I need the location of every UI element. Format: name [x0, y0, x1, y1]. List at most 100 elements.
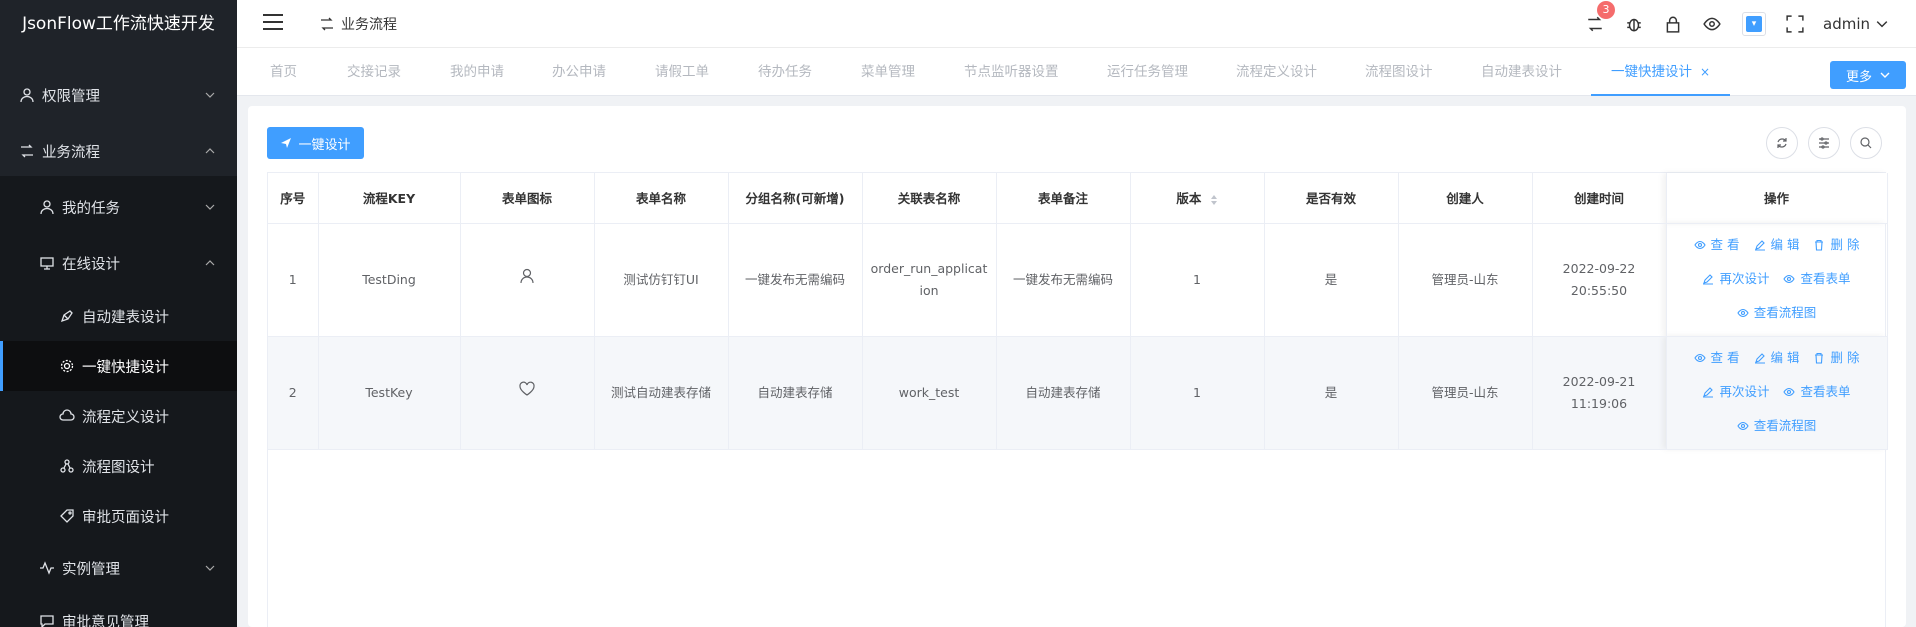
- eye-icon: [1737, 421, 1749, 430]
- op-label: 再次设计: [1719, 383, 1770, 399]
- column-header: 流程KEY: [318, 173, 461, 224]
- app-logo: JsonFlow工作流快速开发: [22, 14, 215, 34]
- sidebar-item-opinions[interactable]: 审批意见管理: [0, 596, 237, 627]
- username: admin: [1823, 15, 1870, 33]
- menu-toggle-icon[interactable]: [263, 14, 283, 32]
- column-header-version[interactable]: 版本: [1130, 173, 1265, 224]
- view-button[interactable]: 查 看: [1693, 342, 1740, 374]
- view-form-button[interactable]: 查看表单: [1783, 263, 1851, 295]
- cell-version: 1: [1130, 223, 1265, 337]
- sidebar-item-approval-page[interactable]: 审批页面设计: [0, 491, 237, 541]
- table-header-row: 序号 流程KEY 表单图标 表单名称 分组名称(可新增) 关联表名称 表单备注 …: [268, 173, 1888, 224]
- tab-office-applications[interactable]: 办公申请: [552, 48, 606, 96]
- cell-version: 1: [1130, 336, 1265, 450]
- sidebar-item-auto-table-design[interactable]: 自动建表设计: [0, 291, 237, 341]
- delete-button[interactable]: 删 除: [1813, 342, 1859, 374]
- refresh-icon[interactable]: [1766, 127, 1798, 159]
- edit-button[interactable]: 编 辑: [1754, 229, 1799, 261]
- more-tabs-button[interactable]: 更多: [1830, 61, 1906, 89]
- tab-quick-design[interactable]: 一键快捷设计 ×: [1591, 48, 1731, 96]
- sidebar-item-label: 业务流程: [42, 144, 100, 161]
- tab-menu-management[interactable]: 菜单管理: [861, 48, 915, 96]
- chevron-down-icon: [1876, 21, 1888, 28]
- op-label: 删 除: [1830, 349, 1860, 365]
- cell-created: 2022-09-21 11:19:06: [1532, 336, 1667, 450]
- tab-todo-tasks[interactable]: 待办任务: [758, 48, 812, 96]
- bug-icon[interactable]: [1624, 14, 1644, 34]
- tab-home[interactable]: 首页: [270, 48, 297, 96]
- edit-button[interactable]: 编 辑: [1754, 342, 1800, 374]
- redesign-button[interactable]: 再次设计: [1702, 263, 1770, 295]
- sidebar-item-flow-definition[interactable]: 流程定义设计: [0, 391, 237, 441]
- table-row: 2 TestKey 测试自动建表存储 自动建表存储 work_test 自动建表…: [268, 336, 1888, 450]
- user-menu[interactable]: admin: [1823, 15, 1888, 33]
- sidebar-item-label: 审批页面设计: [82, 509, 169, 526]
- quick-design-button[interactable]: 一键设计: [267, 127, 364, 159]
- op-label: 查 看: [1710, 236, 1740, 252]
- tab-auto-table[interactable]: 自动建表设计: [1481, 48, 1562, 96]
- theme-color-picker[interactable]: ▾: [1742, 12, 1766, 36]
- column-header: 表单名称: [594, 173, 729, 224]
- sidebar-item-flow-chart[interactable]: 流程图设计: [0, 441, 237, 491]
- eye-icon: [1737, 308, 1749, 317]
- tab-node-listener[interactable]: 节点监听器设置: [964, 48, 1059, 96]
- tab-running-tasks[interactable]: 运行任务管理: [1107, 48, 1188, 96]
- cell-created: 2022-09-22 20:55:50: [1532, 223, 1667, 337]
- cell-index: 1: [268, 223, 319, 337]
- op-label: 查看流程图: [1753, 417, 1817, 433]
- tab-my-applications[interactable]: 我的申请: [450, 48, 504, 96]
- lock-icon[interactable]: [1663, 14, 1683, 34]
- tabs-bar: 首页 交接记录 我的申请 办公申请 请假工单 待办任务 菜单管理 节点监听器设置…: [237, 48, 1916, 96]
- cloud-icon: [58, 407, 76, 425]
- flow-icon: [18, 142, 36, 160]
- redesign-button[interactable]: 再次设计: [1702, 376, 1770, 408]
- cell-table-name: work_test: [862, 336, 997, 450]
- sidebar-item-label: 我的任务: [62, 200, 120, 217]
- sidebar-item-label: 权限管理: [42, 88, 100, 105]
- cell-form-icon: [460, 223, 595, 337]
- sidebar-item-instances[interactable]: 实例管理: [0, 543, 237, 593]
- tab-leave-orders[interactable]: 请假工单: [655, 48, 709, 96]
- chevron-down-icon: [205, 565, 215, 571]
- cell-remark: 自动建表存储: [996, 336, 1131, 450]
- sidebar-item-my-tasks[interactable]: 我的任务: [0, 182, 237, 232]
- view-form-button[interactable]: 查看表单: [1783, 376, 1851, 408]
- sidebar-item-business-flow[interactable]: 业务流程: [0, 126, 237, 176]
- chevron-up-icon: [205, 148, 215, 154]
- search-icon[interactable]: [1850, 127, 1882, 159]
- view-flow-button[interactable]: 查看流程图: [1737, 297, 1816, 329]
- eye-icon: [1693, 353, 1706, 362]
- cell-remark: 一键发布无需编码: [996, 223, 1131, 337]
- flow-icon: [321, 17, 333, 31]
- table-row: 1 TestDing 测试仿钉钉UI 一键发布无需编码 order_run_ap…: [268, 223, 1888, 337]
- eye-icon[interactable]: [1702, 14, 1722, 34]
- tab-flow-definition[interactable]: 流程定义设计: [1236, 48, 1317, 96]
- sort-icon[interactable]: [1210, 194, 1218, 206]
- tab-flow-chart[interactable]: 流程图设计: [1365, 48, 1433, 96]
- sidebar-item-quick-design[interactable]: 一键快捷设计: [0, 341, 237, 391]
- sidebar-item-permissions[interactable]: 权限管理: [0, 70, 237, 120]
- filter-settings-icon[interactable]: [1808, 127, 1840, 159]
- column-header: 创建人: [1398, 173, 1533, 224]
- edit-icon: [1754, 352, 1765, 364]
- fullscreen-icon[interactable]: [1785, 14, 1805, 34]
- chevron-down-icon: [1880, 72, 1890, 78]
- task-flow-icon[interactable]: 3: [1585, 1, 1615, 34]
- tab-handover[interactable]: 交接记录: [347, 48, 401, 96]
- sidebar: JsonFlow工作流快速开发 权限管理 业务流程 我的任务 在线设计 自动建表…: [0, 0, 237, 627]
- chevron-down-icon: [205, 204, 215, 210]
- column-header: 操作: [1666, 173, 1888, 224]
- delete-button[interactable]: 删 除: [1813, 229, 1859, 261]
- cell-key: TestKey: [318, 336, 461, 450]
- column-header: 序号: [268, 173, 319, 224]
- view-flow-button[interactable]: 查看流程图: [1737, 410, 1817, 442]
- heart-icon: [519, 381, 535, 396]
- op-label: 删 除: [1830, 236, 1860, 252]
- chevron-up-icon: [205, 260, 215, 266]
- cell-form-name: 测试仿钉钉UI: [594, 223, 729, 337]
- view-button[interactable]: 查 看: [1693, 229, 1740, 261]
- close-icon[interactable]: ×: [1700, 65, 1710, 79]
- sidebar-item-online-design[interactable]: 在线设计: [0, 238, 237, 288]
- tab-label: 一键快捷设计: [1611, 64, 1692, 80]
- op-label: 编 辑: [1770, 349, 1800, 365]
